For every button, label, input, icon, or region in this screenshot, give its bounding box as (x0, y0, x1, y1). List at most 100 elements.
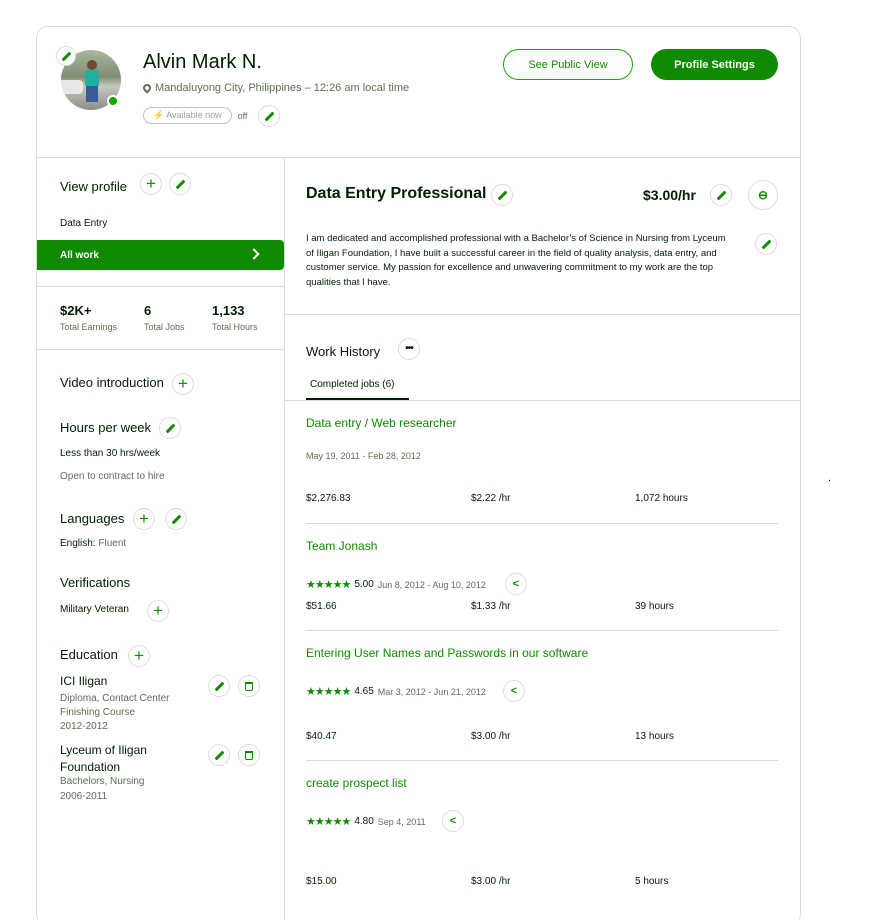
edit-hours-button[interactable] (159, 417, 181, 439)
location-line: Mandaluyong City, Philippines – 12:26 am… (141, 82, 410, 94)
job-score: 5.00 (354, 579, 374, 590)
tabs-divider (284, 400, 801, 401)
sidebar-divider-1 (37, 286, 284, 287)
plus-icon: + (134, 646, 144, 665)
edit-overview-button[interactable] (755, 233, 777, 255)
job-earned: $40.47 (306, 731, 337, 742)
more-dots-icon: ••• (405, 343, 413, 354)
trash-icon (245, 750, 253, 760)
plus-icon: + (139, 509, 149, 528)
see-public-view-button[interactable]: See Public View (503, 49, 633, 80)
add-video-button[interactable]: + (172, 373, 194, 395)
pencil-icon (717, 191, 726, 200)
job-rate: $3.00 /hr (471, 876, 511, 887)
overview-divider (284, 314, 801, 315)
job-rate: $2.22 /hr (471, 493, 511, 504)
work-history-heading: Work History (306, 344, 381, 359)
delete-education-1-button[interactable] (238, 675, 260, 697)
stat-hours-value: 1,133 (212, 303, 245, 318)
stat-earnings-label: Total Earnings (60, 322, 118, 332)
job-dates: May 19, 2011 - Feb 28, 2012 (306, 451, 421, 461)
pencil-icon (172, 515, 181, 524)
edit-education-2-button[interactable] (208, 744, 230, 766)
pencil-icon (762, 240, 771, 249)
job-title[interactable]: create prospect list (306, 776, 407, 790)
profile-card: Alvin Mark N. Mandaluyong City, Philippi… (36, 26, 801, 920)
share-job-button[interactable]: < (503, 680, 525, 702)
header-divider (37, 157, 801, 158)
tab-completed-jobs[interactable]: Completed jobs (6) (306, 379, 409, 400)
language-level: Fluent (98, 538, 127, 549)
job-hours: 5 hours (635, 876, 669, 887)
job-title[interactable]: Entering User Names and Passwords in our… (306, 646, 588, 660)
education-years-2: 2006-2011 (60, 791, 108, 802)
edit-title-button[interactable] (491, 184, 513, 206)
stat-earnings-value: $2K+ (60, 303, 92, 318)
pencil-icon (215, 682, 224, 691)
plus-icon: + (146, 174, 156, 193)
star-rating-icon: ★★★★★ (306, 686, 351, 698)
job-title[interactable]: Team Jonash (306, 539, 377, 553)
job-earned: $51.66 (306, 601, 337, 612)
edit-availability-button[interactable] (258, 105, 280, 127)
plus-icon: + (178, 374, 188, 393)
job-score: 4.80 (354, 816, 374, 827)
job-separator (306, 523, 778, 524)
share-job-button[interactable]: < (505, 573, 527, 595)
share-job-button[interactable]: < (442, 810, 464, 832)
work-history-more-button[interactable]: ••• (398, 338, 420, 360)
chevron-right-icon (248, 248, 260, 260)
profile-settings-button[interactable]: Profile Settings (651, 49, 778, 80)
column-divider (284, 157, 285, 920)
edit-photo-button[interactable] (56, 46, 76, 66)
location-text: Mandaluyong City, Philippines – 12:26 am… (155, 82, 410, 94)
stat-jobs-label: Total Jobs (144, 322, 185, 332)
all-work-item[interactable]: All work (37, 240, 284, 270)
verification-military-veteran: Military Veteran (60, 604, 129, 615)
online-status-dot (107, 95, 119, 107)
edit-rate-button[interactable] (710, 184, 732, 206)
hours-per-week-heading: Hours per week (60, 420, 152, 435)
link-icon: ⊖ (757, 188, 769, 202)
specialization-data-entry[interactable]: Data Entry (60, 218, 107, 229)
all-work-label: All work (60, 249, 99, 261)
pencil-icon (265, 112, 274, 121)
education-school-2: Lyceum of Iligan Foundation (60, 743, 147, 774)
add-verification-button[interactable]: + (147, 600, 169, 622)
hours-value: Less than 30 hrs/week (60, 448, 161, 459)
edit-languages-button[interactable] (165, 508, 187, 530)
share-icon: < (510, 684, 518, 697)
job-dates: Mar 3, 2012 - Jun 21, 2012 (377, 686, 486, 697)
availability-badge[interactable]: ⚡ Available now (143, 107, 232, 124)
job-rate: $1.33 /hr (471, 601, 511, 612)
job-score: 4.65 (354, 686, 374, 697)
job-hours: 39 hours (635, 601, 674, 612)
job-dates: Sep 4, 2011 (377, 816, 426, 827)
job-title[interactable]: Data entry / Web researcher (306, 416, 457, 430)
location-pin-icon (141, 82, 153, 94)
education-school-1: ICI Iligan (60, 674, 108, 688)
copy-link-button[interactable]: ⊖ (748, 180, 778, 210)
avatar-person (85, 60, 99, 104)
add-language-button[interactable]: + (133, 508, 155, 530)
verifications-heading: Verifications (60, 575, 131, 590)
education-heading: Education (60, 647, 118, 662)
delete-education-2-button[interactable] (238, 744, 260, 766)
languages-heading: Languages (60, 511, 125, 526)
share-icon: < (512, 577, 520, 590)
education-degree-1: Diploma, Contact Center Finishing Course (60, 693, 170, 718)
job-earned: $2,276.83 (306, 493, 351, 504)
add-specialized-profile-button[interactable]: + (140, 173, 162, 195)
job-rating-dates: ★★★★★ 4.80 Sep 4, 2011 (306, 815, 426, 828)
add-education-button[interactable]: + (128, 645, 150, 667)
profile-title: Data Entry Professional (306, 185, 487, 202)
language-name: English: (60, 538, 96, 549)
job-hours: 13 hours (635, 731, 674, 742)
education-years-1: 2012-2012 (60, 721, 108, 732)
job-separator (306, 630, 778, 631)
edit-education-1-button[interactable] (208, 675, 230, 697)
education-degree-2: Bachelors, Nursing (60, 776, 145, 787)
pencil-icon (215, 751, 224, 760)
sidebar-divider-2 (37, 349, 284, 350)
edit-profile-button[interactable] (169, 173, 191, 195)
